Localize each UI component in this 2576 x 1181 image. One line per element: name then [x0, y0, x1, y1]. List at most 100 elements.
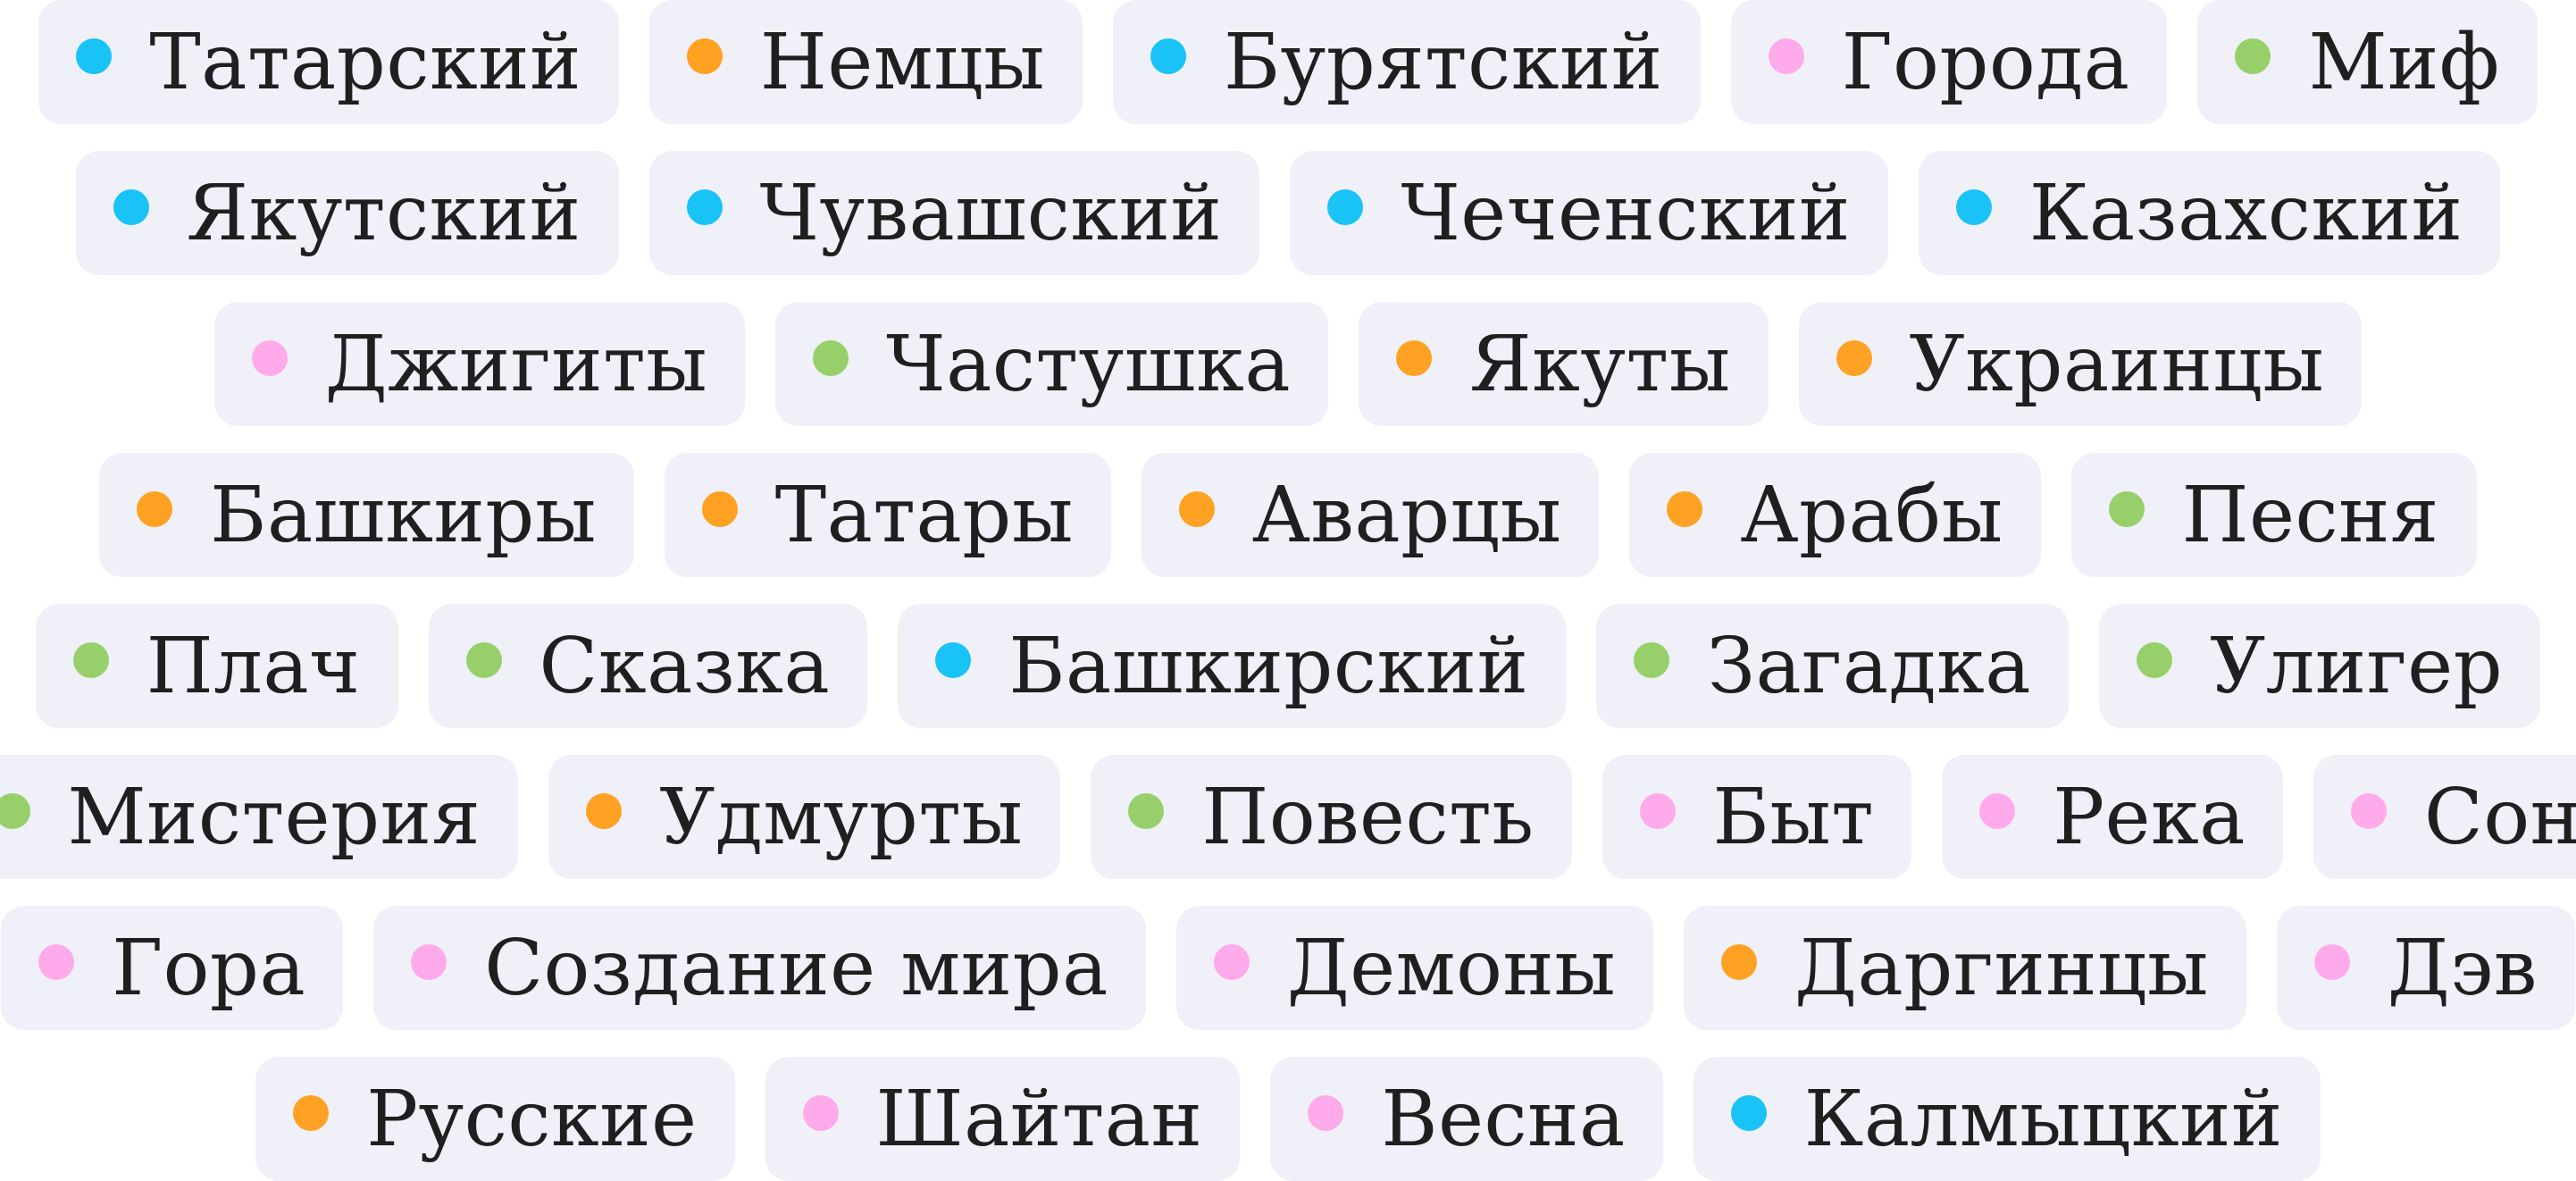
tag-chip-language[interactable]: Татарский	[38, 0, 619, 124]
tag-chip-theme[interactable]: Гора	[1, 906, 344, 1030]
tag-label: Мистерия	[67, 772, 481, 862]
tag-row: Татарский Немцы Бурятский Города Миф	[0, 0, 2576, 124]
tag-label: Башкиры	[210, 470, 597, 560]
category-dot-icon	[802, 1094, 839, 1131]
tag-label: Песня	[2181, 470, 2439, 560]
tag-chip-people[interactable]: Аварцы	[1141, 453, 1600, 577]
category-dot-icon	[465, 641, 502, 678]
tag-chip-genre[interactable]: Загадка	[1596, 604, 2070, 728]
tag-chip-theme[interactable]: Шайтан	[765, 1057, 1241, 1181]
category-dot-icon	[813, 339, 849, 376]
category-dot-icon	[2235, 38, 2271, 74]
category-dot-icon	[1128, 792, 1165, 829]
tag-label: Гора	[112, 923, 306, 1013]
category-dot-icon	[935, 641, 972, 678]
category-dot-icon	[1667, 490, 1703, 527]
tag-chip-genre[interactable]: Мистерия	[0, 755, 519, 879]
tag-chip-people[interactable]: Башкиры	[99, 453, 634, 577]
tag-chip-theme[interactable]: Быт	[1602, 755, 1912, 879]
category-dot-icon	[1634, 641, 1670, 678]
category-dot-icon	[2313, 943, 2350, 980]
tag-row: Якутский Чувашский Чеченский Казахский	[0, 151, 2576, 275]
tag-label: Аварцы	[1251, 470, 1562, 560]
tag-label: Сон	[2424, 772, 2576, 862]
tag-chip-language[interactable]: Казахский	[1918, 151, 2501, 275]
tag-label: Плач	[146, 621, 361, 711]
category-dot-icon	[1213, 943, 1250, 980]
category-dot-icon	[251, 339, 288, 376]
category-dot-icon	[1721, 943, 1758, 980]
tag-label: Башкирский	[1008, 621, 1529, 711]
tag-chip-language[interactable]: Якутский	[75, 151, 619, 275]
tag-chip-genre[interactable]: Плач	[35, 604, 398, 728]
tag-chip-theme[interactable]: Сон	[2313, 755, 2576, 879]
category-dot-icon	[1639, 792, 1676, 829]
category-dot-icon	[686, 188, 723, 225]
tag-label: Русские	[366, 1074, 698, 1164]
category-dot-icon	[1955, 188, 1992, 225]
tag-chip-theme[interactable]: Демоны	[1175, 906, 1654, 1030]
tag-label: Миф	[2308, 17, 2500, 107]
tag-row: Гора Создание мира Демоны Даргинцы Дэв	[0, 906, 2576, 1030]
tag-chip-genre[interactable]: Частушка	[775, 302, 1329, 426]
category-dot-icon	[2108, 490, 2145, 527]
category-dot-icon	[137, 490, 173, 527]
tag-row: Джигиты Частушка Якуты Украинцы	[0, 302, 2576, 426]
tag-chip-people[interactable]: Даргинцы	[1684, 906, 2246, 1030]
tag-label: Дэв	[2387, 923, 2538, 1013]
tag-chip-theme[interactable]: Весна	[1270, 1057, 1663, 1181]
category-dot-icon	[1327, 188, 1364, 225]
tag-label: Демоны	[1286, 923, 1617, 1013]
tag-chip-people[interactable]: Татары	[664, 453, 1111, 577]
tag-label: Украинцы	[1909, 319, 2325, 409]
category-dot-icon	[293, 1094, 330, 1131]
tag-row: Башкиры Татары Аварцы Арабы Песня	[0, 453, 2576, 577]
tag-label: Сказка	[539, 621, 831, 711]
tag-chip-theme[interactable]: Река	[1942, 755, 2284, 879]
tag-label: Калмыцкий	[1803, 1074, 2283, 1164]
tag-label: Джигиты	[324, 319, 708, 409]
category-dot-icon	[76, 38, 113, 74]
tag-label: Татарский	[149, 17, 581, 107]
tag-chip-language[interactable]: Чеченский	[1290, 151, 1888, 275]
tag-chip-language[interactable]: Калмыцкий	[1693, 1057, 2321, 1181]
tag-chip-genre[interactable]: Повесть	[1091, 755, 1572, 879]
tag-chip-theme[interactable]: Создание мира	[373, 906, 1146, 1030]
category-dot-icon	[686, 38, 723, 74]
category-dot-icon	[1150, 38, 1186, 74]
tag-chip-people[interactable]: Украинцы	[1798, 302, 2363, 426]
tag-chip-theme[interactable]: Дэв	[2276, 906, 2575, 1030]
tag-chip-genre[interactable]: Миф	[2197, 0, 2538, 124]
tag-chip-theme[interactable]: Города	[1730, 0, 2168, 124]
tag-chip-people[interactable]: Русские	[255, 1057, 735, 1181]
tag-label: Даргинцы	[1794, 923, 2209, 1013]
tag-chip-genre[interactable]: Песня	[2070, 453, 2477, 577]
tag-label: Улигер	[2210, 621, 2504, 711]
category-dot-icon	[1768, 38, 1804, 74]
tag-label: Татары	[774, 470, 1074, 560]
tag-chip-language[interactable]: Чувашский	[648, 151, 1260, 275]
tag-chip-people[interactable]: Арабы	[1629, 453, 2041, 577]
tag-chip-people[interactable]: Немцы	[648, 0, 1083, 124]
category-dot-icon	[72, 641, 109, 678]
tag-label: Казахский	[2028, 168, 2463, 258]
tag-chip-people[interactable]: Якуты	[1359, 302, 1769, 426]
tag-label: Создание мира	[484, 923, 1108, 1013]
category-dot-icon	[1396, 339, 1433, 376]
category-dot-icon	[1979, 792, 2016, 829]
tag-chip-genre[interactable]: Улигер	[2099, 604, 2541, 728]
tag-chip-people[interactable]: Удмурты	[548, 755, 1061, 879]
category-dot-icon	[113, 188, 149, 225]
category-dot-icon	[1178, 490, 1215, 527]
tag-label: Удмурты	[659, 772, 1024, 862]
tag-label: Якутский	[186, 168, 581, 258]
tag-label: Повесть	[1201, 772, 1535, 862]
tag-label: Шайтан	[875, 1074, 1203, 1164]
tag-chip-genre[interactable]: Сказка	[428, 604, 868, 728]
tag-label: Арабы	[1740, 470, 2003, 560]
tag-label: Чувашский	[759, 168, 1223, 258]
tag-label: Река	[2053, 772, 2246, 862]
tag-chip-theme[interactable]: Джигиты	[213, 302, 746, 426]
tag-chip-language[interactable]: Башкирский	[898, 604, 1567, 728]
tag-chip-language[interactable]: Бурятский	[1112, 0, 1701, 124]
